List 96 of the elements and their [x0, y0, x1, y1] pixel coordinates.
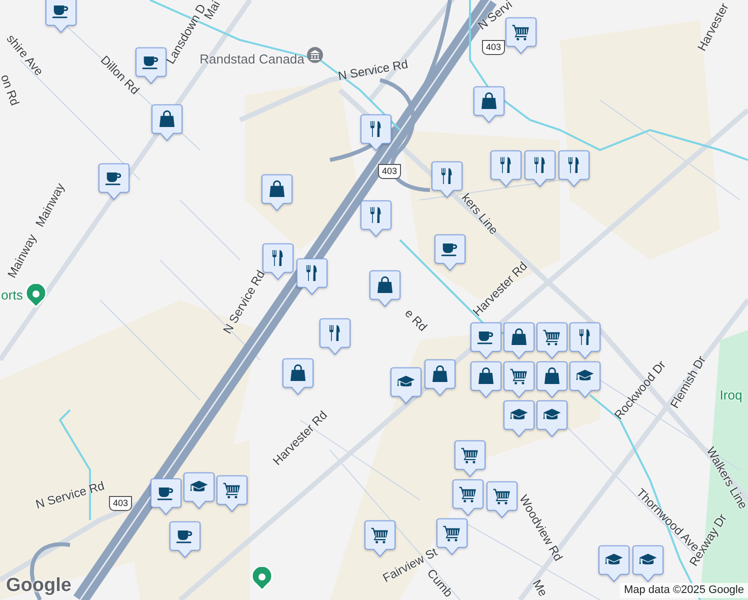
shopping-bag-icon: [290, 364, 306, 381]
place-marker[interactable]: [503, 361, 535, 399]
place-marker[interactable]: [536, 400, 568, 438]
place-marker[interactable]: [169, 521, 201, 559]
graduation-cap-icon: [639, 554, 657, 564]
highway-shield: 403: [109, 496, 132, 511]
place-marker[interactable]: [364, 520, 396, 558]
place-marker[interactable]: [569, 361, 601, 399]
place-marker[interactable]: [360, 114, 392, 152]
attribution-text: Map data ©2025 Google: [620, 583, 748, 598]
fork-and-knife-icon: [579, 329, 590, 345]
shopping-cart-icon: [493, 488, 510, 504]
highway-shield: 403: [482, 40, 506, 55]
place-marker[interactable]: [369, 270, 401, 308]
place-marker[interactable]: [296, 258, 328, 296]
cup-icon: [105, 172, 122, 186]
shopping-cart-icon: [543, 330, 560, 346]
place-marker[interactable]: [45, 0, 77, 34]
place-marker[interactable]: [98, 163, 130, 201]
place-marker[interactable]: [503, 322, 535, 360]
cup-icon: [441, 244, 458, 256]
graduation-cap-icon: [397, 376, 415, 386]
shopping-bag-icon: [481, 92, 497, 109]
shopping-cart-icon: [443, 526, 460, 542]
graduation-cap-icon: [605, 554, 623, 564]
place-marker[interactable]: [536, 361, 568, 399]
fork-and-knife-icon: [370, 207, 381, 223]
cup-icon: [477, 332, 494, 344]
shopping-cart-icon: [510, 368, 527, 384]
fork-and-knife-icon: [272, 250, 283, 266]
cup-icon: [157, 488, 174, 500]
place-marker[interactable]: [486, 481, 518, 519]
place-label: Randstad Canada: [200, 52, 304, 66]
shopping-cart-icon: [461, 448, 478, 464]
place-marker[interactable]: [216, 475, 248, 513]
shopping-cart-icon: [512, 24, 529, 40]
park-label: Iroq: [720, 388, 742, 402]
cup-icon: [142, 56, 158, 70]
shopping-bag-icon: [478, 367, 494, 384]
place-marker[interactable]: [632, 545, 664, 583]
graduation-cap-icon: [510, 408, 528, 420]
cup-icon: [52, 6, 68, 18]
place-marker[interactable]: [282, 358, 314, 396]
shopping-cart-icon: [459, 486, 476, 502]
shopping-bag-icon: [544, 367, 560, 384]
fork-and-knife-icon: [568, 157, 579, 173]
graduation-cap-icon: [543, 408, 561, 420]
highway-shield: 403: [378, 164, 402, 179]
graduation-cap-icon: [190, 480, 208, 492]
fork-and-knife-icon: [500, 157, 511, 173]
place-marker[interactable]: [424, 359, 456, 397]
place-marker[interactable]: [390, 367, 422, 405]
place-marker[interactable]: [261, 174, 293, 212]
place-marker[interactable]: [151, 104, 183, 142]
shopping-bag-icon: [159, 110, 175, 127]
road-label: e Rd: [402, 306, 430, 334]
park-label: orts: [1, 288, 23, 302]
place-marker[interactable]: [473, 86, 505, 124]
road-label: Me: [530, 578, 550, 598]
place-marker[interactable]: [470, 361, 502, 399]
place-marker[interactable]: [470, 322, 502, 360]
place-marker[interactable]: [454, 440, 486, 478]
park-pin-icon[interactable]: [251, 567, 273, 591]
place-marker[interactable]: [524, 150, 556, 188]
fork-and-knife-icon: [441, 168, 452, 184]
place-marker[interactable]: [434, 234, 466, 272]
shopping-cart-icon: [223, 482, 240, 498]
place-marker[interactable]: [436, 518, 468, 556]
place-marker[interactable]: [452, 479, 484, 517]
place-marker[interactable]: [431, 161, 463, 199]
place-marker[interactable]: [319, 318, 351, 356]
road-label: on Rd: [0, 72, 22, 108]
shopping-cart-icon: [371, 528, 388, 544]
fork-and-knife-icon: [306, 265, 317, 281]
place-marker[interactable]: [150, 478, 182, 516]
place-marker[interactable]: [503, 400, 535, 438]
road-label: N Service Rd: [337, 58, 409, 82]
place-marker[interactable]: [360, 200, 392, 238]
place-marker[interactable]: [536, 322, 568, 360]
place-marker[interactable]: [558, 150, 590, 188]
cup-icon: [176, 530, 192, 544]
place-marker[interactable]: [569, 322, 601, 360]
graduation-cap-icon: [576, 370, 594, 380]
museum-icon[interactable]: [306, 46, 324, 66]
place-marker[interactable]: [598, 545, 630, 583]
road-label: N Service Rd: [34, 480, 106, 510]
place-marker[interactable]: [490, 150, 522, 188]
park-pin-icon[interactable]: [25, 284, 47, 308]
fork-and-knife-icon: [329, 325, 340, 341]
place-marker[interactable]: [183, 472, 215, 510]
shopping-bag-icon: [432, 365, 448, 382]
shopping-bag-icon: [511, 328, 527, 345]
shopping-bag-icon: [269, 180, 285, 197]
fork-and-knife-icon: [370, 121, 381, 137]
shopping-bag-icon: [377, 276, 393, 293]
fork-and-knife-icon: [534, 157, 545, 173]
